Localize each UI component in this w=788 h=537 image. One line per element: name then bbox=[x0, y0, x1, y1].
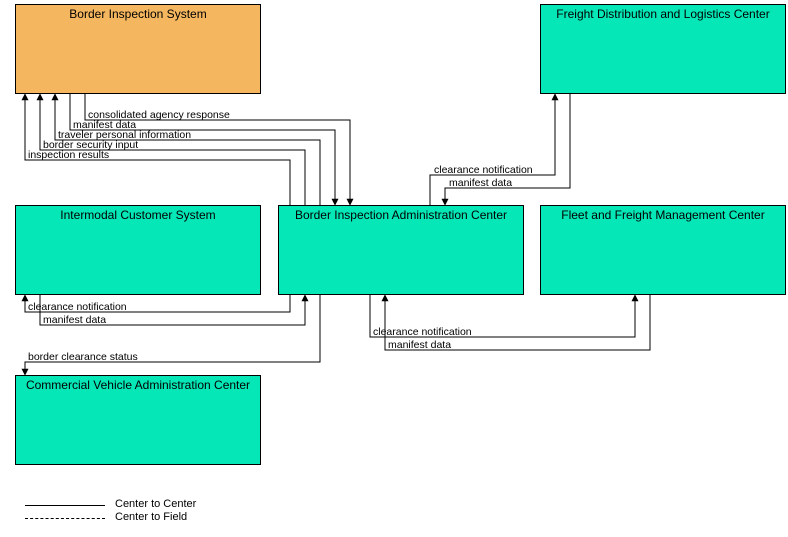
flow-label-manifest-data-ics: manifest data bbox=[43, 314, 106, 326]
flow-label-manifest-data-fdlc: manifest data bbox=[449, 177, 512, 189]
flow-label-inspection-results: inspection results bbox=[28, 149, 109, 161]
node-label: Border Inspection System bbox=[69, 7, 206, 21]
legend-line-solid bbox=[25, 505, 105, 506]
node-intermodal-customer-system: Intermodal Customer System bbox=[15, 205, 261, 295]
node-label: Freight Distribution and Logistics Cente… bbox=[556, 7, 769, 21]
node-freight-distribution-logistics-center: Freight Distribution and Logistics Cente… bbox=[540, 4, 786, 94]
node-border-inspection-administration-center: Border Inspection Administration Center bbox=[278, 205, 524, 295]
flow-label-border-clearance-status: border clearance status bbox=[28, 351, 138, 363]
node-label: Commercial Vehicle Administration Center bbox=[26, 378, 250, 392]
flow-label-consolidated-agency-response: consolidated agency response bbox=[88, 109, 230, 121]
legend-label-center-to-field: Center to Field bbox=[115, 511, 187, 523]
flow-label-border-security-input: border security input bbox=[43, 139, 138, 151]
node-fleet-freight-management-center: Fleet and Freight Management Center bbox=[540, 205, 786, 295]
flow-label-clearance-notification-ffmc: clearance notification bbox=[373, 326, 472, 338]
legend-line-dashed bbox=[25, 518, 105, 519]
node-commercial-vehicle-administration-center: Commercial Vehicle Administration Center bbox=[15, 375, 261, 465]
flow-label-traveler-personal-information: traveler personal information bbox=[58, 129, 191, 141]
flow-label-manifest-data-bis: manifest data bbox=[73, 119, 136, 131]
flow-label-clearance-notification-ics: clearance notification bbox=[28, 301, 127, 313]
node-label: Intermodal Customer System bbox=[60, 208, 215, 222]
node-border-inspection-system: Border Inspection System bbox=[15, 4, 261, 94]
flow-label-manifest-data-ffmc: manifest data bbox=[388, 339, 451, 351]
node-label: Border Inspection Administration Center bbox=[295, 208, 507, 222]
flow-label-clearance-notification-fdlc: clearance notification bbox=[434, 164, 533, 176]
node-label: Fleet and Freight Management Center bbox=[561, 208, 764, 222]
legend-label-center-to-center: Center to Center bbox=[115, 498, 196, 510]
